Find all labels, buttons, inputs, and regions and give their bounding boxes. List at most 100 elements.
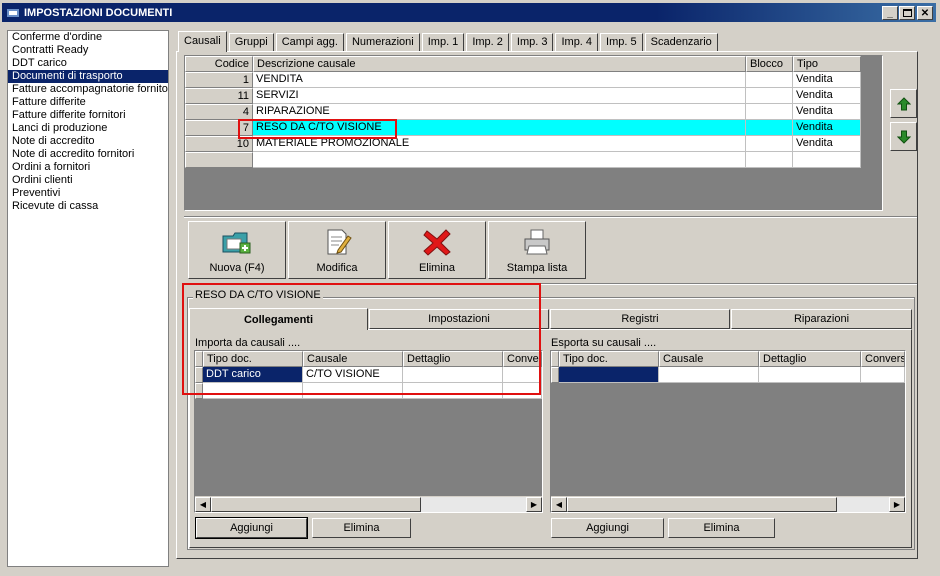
table-cell: SERVIZI xyxy=(253,88,746,104)
move-up-button[interactable] xyxy=(890,89,917,118)
importa-aggiungi-button[interactable]: Aggiungi xyxy=(195,517,308,539)
row-indicator xyxy=(551,351,559,367)
document-type-list[interactable]: Conferme d'ordine Contratti Ready DDT cari… xyxy=(7,30,169,567)
arrow-up-icon xyxy=(896,96,911,110)
table-cell[interactable] xyxy=(861,367,905,383)
table-cell: Vendita xyxy=(793,72,861,88)
new-folder-icon xyxy=(222,232,251,254)
nav-item[interactable]: Documenti di trasporto xyxy=(8,70,168,83)
grid-header-1[interactable]: Causale xyxy=(659,351,759,367)
empty-cell xyxy=(746,152,793,168)
minimize-button[interactable]: _ xyxy=(882,6,898,20)
scroll-left-icon[interactable]: ◀ xyxy=(551,497,567,512)
table-cell[interactable] xyxy=(759,367,861,383)
nav-item[interactable]: Lanci di produzione xyxy=(8,122,168,135)
tab-campi-agg[interactable]: Campi agg. xyxy=(275,33,344,52)
nav-item[interactable]: Contratti Ready xyxy=(8,44,168,57)
tab-gruppi[interactable]: Gruppi xyxy=(228,33,274,52)
table-cell: VENDITA xyxy=(253,72,746,88)
highlight-annotation-detail xyxy=(182,283,541,395)
grid-header-3[interactable]: Tipo xyxy=(793,56,861,72)
subtab-collegamenti[interactable]: Collegamenti xyxy=(189,308,368,330)
edit-document-icon xyxy=(327,229,352,255)
scroll-right-icon[interactable]: ▶ xyxy=(889,497,905,512)
empty-cell xyxy=(185,152,253,168)
table-cell[interactable] xyxy=(659,367,759,383)
grid-header-0[interactable]: Tipo doc. xyxy=(559,351,659,367)
importa-elimina-button[interactable]: Elimina xyxy=(312,518,411,538)
esporta-hscrollbar[interactable]: ◀ ▶ xyxy=(551,496,905,512)
nav-item[interactable]: Note di accredito xyxy=(8,135,168,148)
grid-header-0[interactable]: Codice xyxy=(185,56,253,72)
tab-imp-2[interactable]: Imp. 2 xyxy=(466,33,509,52)
minimize-icon: _ xyxy=(887,7,893,19)
delete-x-icon xyxy=(423,229,451,256)
nav-item[interactable]: Conferme d'ordine xyxy=(8,31,168,44)
esporta-aggiungi-button[interactable]: Aggiungi xyxy=(551,518,664,538)
nav-item[interactable]: Ordini clienti xyxy=(8,174,168,187)
stampa-button[interactable]: Stampa lista xyxy=(488,221,586,279)
nav-item[interactable]: Ricevute di cassa xyxy=(8,200,168,213)
modifica-label: Modifica xyxy=(316,262,358,274)
grid-header-3[interactable]: Conversi xyxy=(861,351,905,367)
tab-numerazioni[interactable]: Numerazioni xyxy=(345,33,420,52)
settings-tabs: Causali Gruppi Campi agg. Numerazioni Imp. 1… xyxy=(178,31,720,52)
nav-item[interactable]: Fatture differite xyxy=(8,96,168,109)
separator xyxy=(184,216,917,218)
nav-item[interactable]: Preventivi xyxy=(8,187,168,200)
esporta-label: Esporta su causali .... xyxy=(551,337,657,349)
modifica-button[interactable]: Modifica xyxy=(288,221,386,279)
elimina-label: Elimina xyxy=(418,262,456,274)
nav-item[interactable]: Fatture differite fornitori xyxy=(8,109,168,122)
table-cell: RIPARAZIONE xyxy=(253,104,746,120)
maximize-button[interactable] xyxy=(899,6,915,20)
grid-header-2[interactable]: Blocco xyxy=(746,56,793,72)
tab-imp-3[interactable]: Imp. 3 xyxy=(510,33,554,52)
nav-item[interactable]: DDT carico xyxy=(8,57,168,70)
nuova-button[interactable]: Nuova (F4) xyxy=(188,221,286,279)
grid-header-2[interactable]: Dettaglio xyxy=(759,351,861,367)
maximize-icon xyxy=(902,9,912,17)
close-icon: ✕ xyxy=(920,7,930,19)
row-code-cell: 4 xyxy=(185,104,253,120)
table-cell: Vendita xyxy=(793,88,861,104)
esporta-scroll-thumb[interactable] xyxy=(567,497,837,512)
importa-hscrollbar[interactable]: ◀ ▶ xyxy=(195,496,542,512)
row-code-cell: 1 xyxy=(185,72,253,88)
table-cell[interactable] xyxy=(559,367,659,383)
esporta-elimina-button[interactable]: Elimina xyxy=(668,518,775,538)
tab-causali[interactable]: Causali xyxy=(178,31,227,52)
nav-item[interactable]: Fatture accompagnatorie fornitori xyxy=(8,83,168,96)
table-cell: Vendita xyxy=(793,120,861,136)
window-title: IMPOSTAZIONI DOCUMENTI xyxy=(24,6,173,19)
table-cell: Vendita xyxy=(793,136,861,152)
stampa-label: Stampa lista xyxy=(506,262,568,274)
elimina-button[interactable]: Elimina xyxy=(388,221,486,279)
row-code-cell: 11 xyxy=(185,88,253,104)
grid-header-1[interactable]: Descrizione causale xyxy=(253,56,746,72)
app-icon xyxy=(5,6,21,20)
subtab-riparazioni[interactable]: Riparazioni xyxy=(731,309,912,329)
tab-imp-5[interactable]: Imp. 5 xyxy=(600,33,643,52)
tab-imp-1[interactable]: Imp. 1 xyxy=(421,33,465,52)
table-cell xyxy=(746,136,793,152)
highlight-annotation-row xyxy=(238,119,397,139)
arrow-down-icon xyxy=(896,130,911,144)
scroll-right-icon[interactable]: ▶ xyxy=(526,497,542,512)
importa-scroll-thumb[interactable] xyxy=(211,497,421,512)
tab-scadenzario[interactable]: Scadenzario xyxy=(644,33,718,52)
table-cell xyxy=(746,72,793,88)
table-cell xyxy=(746,88,793,104)
tab-imp-4[interactable]: Imp. 4 xyxy=(555,33,599,52)
empty-cell xyxy=(253,152,746,168)
nav-item[interactable]: Ordini a fornitori xyxy=(8,161,168,174)
scroll-left-icon[interactable]: ◀ xyxy=(195,497,211,512)
esporta-grid[interactable]: Tipo doc. Causale Dettaglio Conversi ◀ ▶ xyxy=(550,350,906,513)
table-cell xyxy=(746,104,793,120)
subtab-registri[interactable]: Registri xyxy=(550,309,730,329)
title-bar: IMPOSTAZIONI DOCUMENTI xyxy=(2,3,936,22)
move-down-button[interactable] xyxy=(890,122,917,151)
empty-cell xyxy=(793,152,861,168)
close-button[interactable]: ✕ xyxy=(917,6,933,20)
nav-item[interactable]: Note di accredito fornitori xyxy=(8,148,168,161)
